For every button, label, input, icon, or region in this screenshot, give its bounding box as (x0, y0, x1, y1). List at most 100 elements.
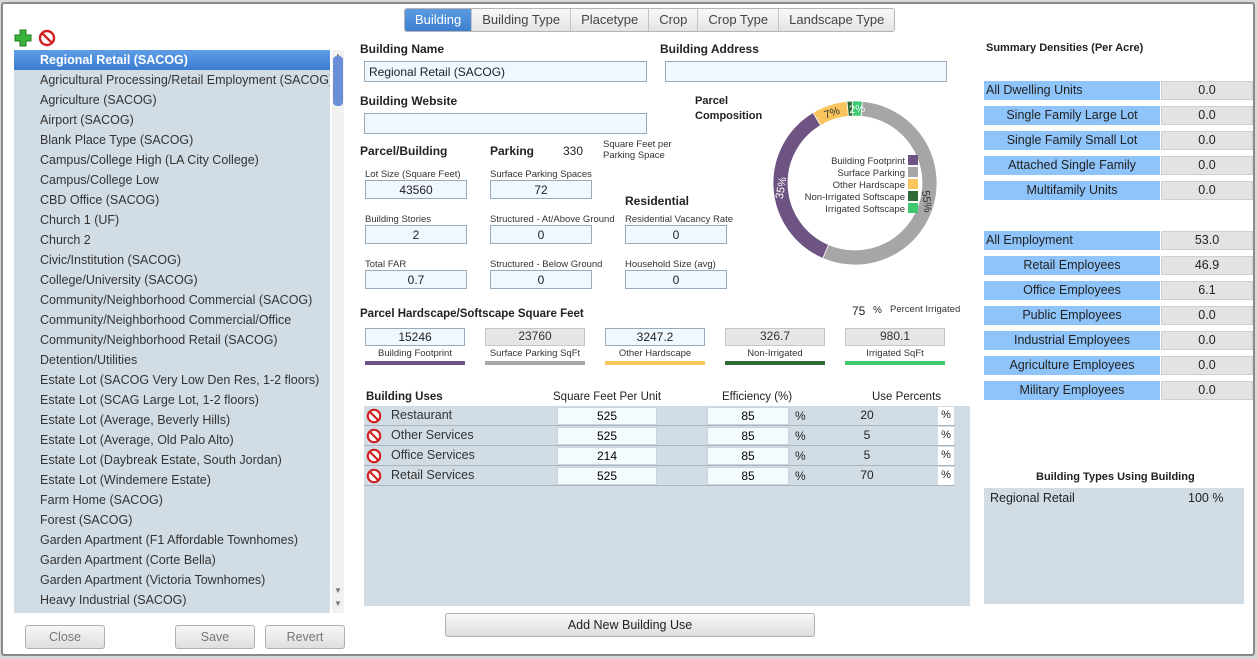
revert-button[interactable]: Revert (265, 625, 345, 649)
scroll-down-arrow-icon[interactable]: ▼ (334, 586, 342, 595)
lot-size-input[interactable] (365, 180, 467, 199)
use-efficiency-input[interactable] (707, 467, 789, 485)
list-item[interactable]: Estate Lot (SCAG Large Lot, 1-2 floors) (14, 390, 330, 410)
plus-icon[interactable] (14, 29, 32, 47)
use-percent-value[interactable]: 20 (822, 407, 912, 425)
parking-sqft-input[interactable] (553, 141, 593, 160)
tab-crop-type[interactable]: Crop Type (698, 9, 780, 31)
add-building-use-button[interactable]: Add New Building Use (445, 613, 815, 637)
list-item[interactable]: Campus/College Low (14, 170, 330, 190)
percent-sign: % (873, 305, 882, 316)
scroll-down-arrow-icon[interactable]: ▼ (334, 599, 342, 608)
list-item[interactable]: Airport (SACOG) (14, 110, 330, 130)
use-sqft-input[interactable] (557, 467, 657, 485)
summary-row: Office Employees 6.1 (984, 281, 1254, 300)
legend-label: Other Hardscape (832, 180, 905, 191)
building-list[interactable]: Regional Retail (SACOG) Agricultural Proc… (14, 50, 330, 613)
legend-item: Irrigated Softscape (825, 203, 918, 215)
efficiency-percent-sign: % (795, 449, 806, 463)
list-item[interactable]: Community/Neighborhood Retail (SACOG) (14, 330, 330, 350)
table-row: Other Services % 5 % (364, 426, 955, 446)
structured-below-input[interactable] (490, 270, 592, 289)
list-item[interactable]: Agricultural Processing/Retail Employmen… (14, 70, 330, 90)
tab-landscape-type[interactable]: Landscape Type (779, 9, 895, 31)
building-stories-input[interactable] (365, 225, 467, 244)
list-item[interactable]: Detention/Utilities (14, 350, 330, 370)
delete-use-icon[interactable] (366, 468, 382, 484)
list-item[interactable]: Estate Lot (Average, Old Palo Alto) (14, 430, 330, 450)
hardscape-caption-1: Surface Parking SqFt (489, 348, 581, 359)
list-item[interactable]: CBD Office (SACOG) (14, 190, 330, 210)
use-efficiency-input[interactable] (707, 427, 789, 445)
household-size-input[interactable] (625, 270, 727, 289)
household-size-label: Household Size (avg) (625, 259, 716, 270)
legend-item: Surface Parking (837, 167, 918, 179)
delete-use-icon[interactable] (366, 448, 382, 464)
summary-value: 0.0 (1161, 156, 1253, 175)
structured-above-input[interactable] (490, 225, 592, 244)
list-item[interactable]: Agriculture (SACOG) (14, 90, 330, 110)
list-item[interactable]: Estate Lot (Daybreak Estate, South Jorda… (14, 450, 330, 470)
list-item[interactable]: Estate Lot (SACOG Very Low Den Res, 1-2 … (14, 370, 330, 390)
delete-use-icon[interactable] (366, 408, 382, 424)
no-entry-icon[interactable] (38, 29, 56, 47)
use-percent-sign: % (938, 447, 954, 465)
surface-spaces-input[interactable] (490, 180, 592, 199)
tab-crop[interactable]: Crop (649, 9, 699, 31)
use-efficiency-input[interactable] (707, 407, 789, 425)
tab-building-type[interactable]: Building Type (472, 9, 572, 31)
list-item[interactable]: Civic/Institution (SACOG) (14, 250, 330, 270)
save-button[interactable]: Save (175, 625, 255, 649)
delete-use-icon[interactable] (366, 428, 382, 444)
vacancy-rate-input[interactable] (625, 225, 727, 244)
close-button[interactable]: Close (25, 625, 105, 649)
summary-label: Retail Employees (984, 256, 1160, 275)
list-item[interactable]: Heavy Industrial (SACOG) (14, 590, 330, 610)
use-name: Retail Services (391, 468, 475, 482)
building-address-input[interactable] (665, 61, 947, 82)
use-sqft-input[interactable] (557, 407, 657, 425)
list-item[interactable]: Community/Neighborhood Commercial (SACOG… (14, 290, 330, 310)
list-item[interactable]: Garden Apartment (Corte Bella) (14, 550, 330, 570)
use-efficiency-input[interactable] (707, 447, 789, 465)
building-website-input[interactable] (364, 113, 647, 134)
use-percent-sign: % (938, 427, 954, 445)
summary-row: Single Family Small Lot 0.0 (984, 131, 1254, 150)
list-item[interactable]: Blank Place Type (SACOG) (14, 130, 330, 150)
list-item[interactable]: Farm Home (SACOG) (14, 490, 330, 510)
list-item[interactable]: Church 1 (UF) (14, 210, 330, 230)
summary-label: Single Family Large Lot (984, 106, 1160, 125)
use-percent-value[interactable]: 5 (822, 427, 912, 445)
list-item[interactable]: Garden Apartment (F1 Affordable Townhome… (14, 530, 330, 550)
list-item[interactable]: Forest (SACOG) (14, 510, 330, 530)
list-scrollbar[interactable]: ▲ ▼ ▼ (332, 50, 344, 613)
hardscape-value-0[interactable] (365, 328, 465, 346)
hardscape-caption-4: Irrigated SqFt (866, 348, 924, 359)
list-item[interactable]: Garden Apartment (Victoria Townhomes) (14, 570, 330, 590)
list-item[interactable]: Estate Lot (Windemere Estate) (14, 470, 330, 490)
use-sqft-input[interactable] (557, 427, 657, 445)
list-item[interactable]: College/University (SACOG) (14, 270, 330, 290)
hardscape-value-2[interactable] (605, 328, 705, 346)
use-percents-header: Use Percents (872, 391, 942, 403)
use-sqft-input[interactable] (557, 447, 657, 465)
legend-swatch (908, 203, 918, 213)
use-percent-value[interactable]: 70 (822, 467, 912, 485)
summary-row: Single Family Large Lot 0.0 (984, 106, 1254, 125)
tab-building[interactable]: Building (405, 9, 473, 31)
list-item[interactable]: Estate Lot (Average, Beverly Hills) (14, 410, 330, 430)
tab-placetype[interactable]: Placetype (571, 9, 650, 31)
list-item[interactable]: Campus/College High (LA City College) (14, 150, 330, 170)
scroll-thumb[interactable] (333, 56, 343, 106)
lot-size-label: Lot Size (Square Feet) (365, 169, 461, 180)
building-uses-header: Building Uses (366, 391, 443, 403)
list-item[interactable]: Church 2 (14, 230, 330, 250)
list-item[interactable]: Regional Retail (SACOG) (14, 50, 330, 70)
summary-value: 0.0 (1161, 181, 1253, 200)
use-percent-value[interactable]: 5 (822, 447, 912, 465)
total-far-input[interactable] (365, 270, 467, 289)
hardscape-title: Parcel Hardscape/Softscape Square Feet (360, 308, 584, 320)
list-item[interactable]: Community/Neighborhood Commercial/Office (14, 310, 330, 330)
use-name: Other Services (391, 428, 474, 442)
building-name-input[interactable] (364, 61, 647, 82)
